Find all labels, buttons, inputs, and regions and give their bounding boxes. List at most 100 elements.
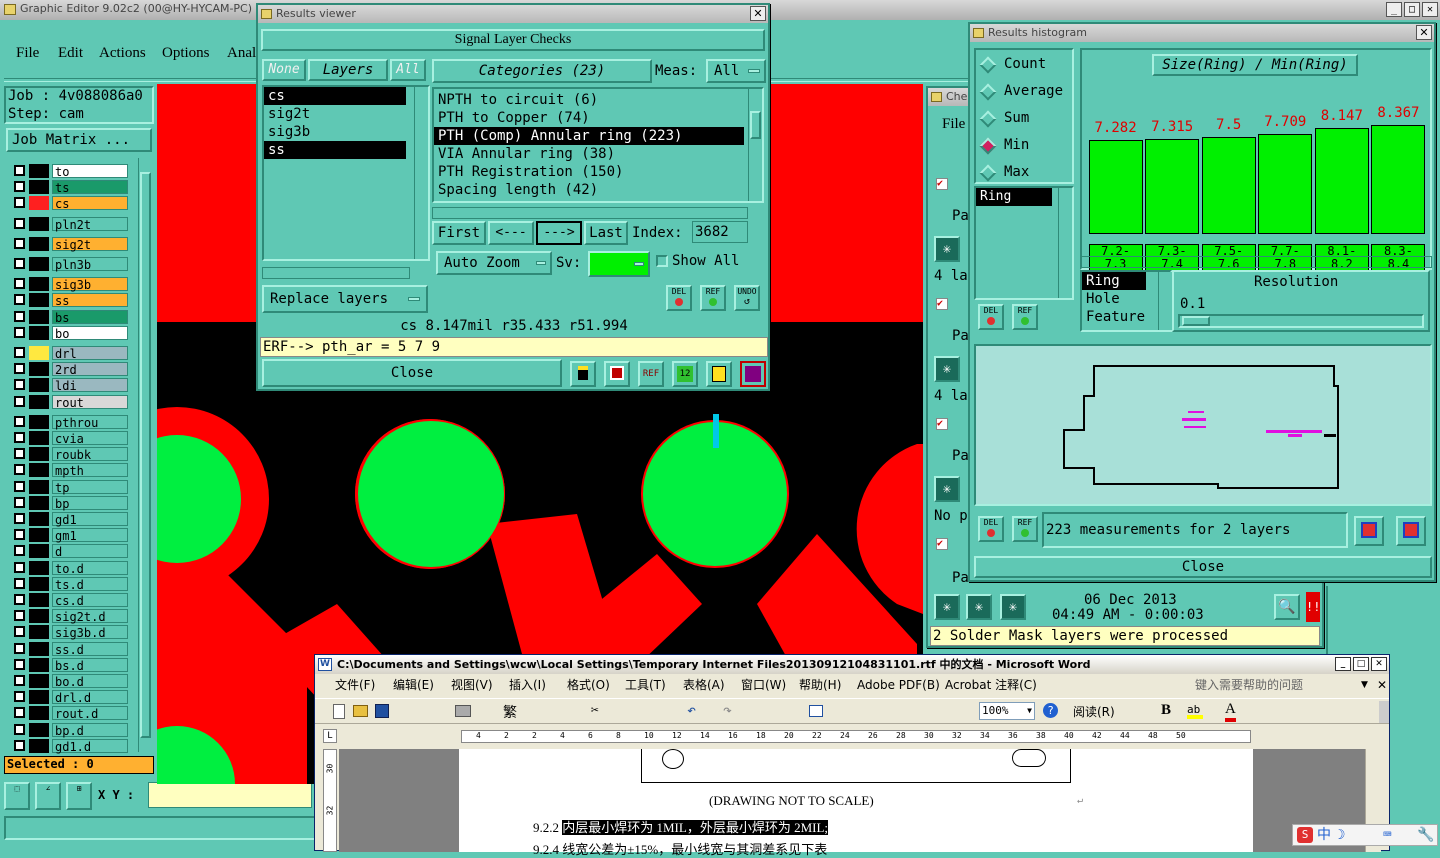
results-viewer-close-x[interactable]: ✕ — [750, 6, 766, 21]
delete-result-button[interactable]: DEL — [666, 285, 692, 311]
layer-checkbox[interactable] — [14, 480, 25, 492]
layer-checkbox[interactable] — [14, 675, 25, 686]
word-menu-view[interactable]: 视图(V) — [451, 674, 493, 696]
layer-selection-list[interactable]: cs sig2t sig3b ss — [262, 85, 430, 261]
reference-result-button[interactable]: REF — [700, 285, 726, 311]
run-action-icon-1[interactable]: ✳ — [934, 236, 960, 262]
layer-row-gm1[interactable]: gm1 — [12, 528, 128, 543]
zoom-fit-icon[interactable]: ⬚ — [4, 782, 30, 810]
layer-name[interactable]: sig3b.d — [52, 625, 128, 640]
layer-checkbox[interactable] — [14, 464, 25, 476]
layer-row-ldi[interactable]: ldi — [12, 378, 128, 393]
word-help-dropdown-icon[interactable]: ▼ — [1361, 674, 1368, 696]
layer-color-swatch[interactable] — [29, 236, 49, 251]
layer-name[interactable]: sig2t — [52, 236, 128, 252]
layer-checkbox[interactable] — [14, 658, 25, 670]
rv-layer-item[interactable]: sig3b — [264, 123, 406, 141]
histogram-bar[interactable] — [1371, 125, 1426, 234]
layer-name[interactable]: ts — [52, 180, 128, 195]
run-action-icon-3[interactable]: ✳ — [934, 476, 960, 502]
main-close-button[interactable]: ✕ — [1422, 2, 1438, 17]
layer-selection-hscroll[interactable] — [262, 267, 410, 279]
layer-selection-scrollbar[interactable] — [414, 87, 428, 259]
layer-color-swatch[interactable] — [29, 447, 49, 462]
layer-checkbox[interactable] — [14, 691, 25, 703]
layer-name[interactable]: ldi — [52, 378, 128, 393]
checklist-file-menu[interactable]: File — [942, 116, 965, 133]
layer-color-swatch[interactable] — [29, 657, 49, 672]
layer-checkbox[interactable] — [14, 723, 25, 735]
feature-list-scrollbar[interactable] — [1158, 272, 1172, 330]
none-button[interactable]: None — [262, 59, 306, 81]
ime-toolbar[interactable]: S 中 ☽ ⌨ 🔧 — [1292, 824, 1438, 846]
layer-name[interactable]: rout — [52, 394, 128, 410]
layer-row-drl-d[interactable]: drl.d — [12, 690, 128, 705]
layer-checkbox[interactable] — [14, 347, 25, 358]
categories-button[interactable]: Categories (23) — [432, 59, 652, 83]
undo-icon[interactable]: ↶ — [687, 701, 696, 719]
layer-name[interactable]: sig3b — [52, 277, 128, 292]
histogram-bar[interactable] — [1145, 139, 1200, 234]
layer-checkbox[interactable] — [14, 415, 25, 427]
layer-list-scrollbar[interactable] — [138, 158, 152, 752]
histogram-close-x[interactable]: ✕ — [1416, 25, 1432, 40]
layer-color-swatch[interactable] — [29, 738, 49, 753]
ring-list-scrollbar[interactable] — [1058, 188, 1072, 298]
layer-row-bo[interactable]: bo — [12, 325, 128, 341]
word-menu-file[interactable]: 文件(F) — [335, 674, 375, 696]
layer-row-pln2t[interactable]: pln2t — [12, 216, 128, 232]
layer-name[interactable]: cs — [52, 196, 128, 211]
document-page[interactable]: (DRAWING NOT TO SCALE) ↵ 9.2.2 内层最小焊环为 1… — [459, 749, 1253, 857]
layer-row-to-d[interactable]: to.d — [12, 560, 128, 576]
layer-color-swatch[interactable] — [29, 512, 49, 526]
word-menu-tools[interactable]: 工具(T) — [625, 674, 666, 696]
word-menu-window[interactable]: 窗口(W) — [741, 674, 786, 696]
word-menu-table[interactable]: 表格(A) — [683, 674, 725, 696]
layer-color-swatch[interactable] — [29, 196, 49, 211]
layer-checkbox[interactable] — [14, 258, 25, 269]
histogram-reference-button[interactable]: REF — [1012, 304, 1038, 330]
layer-checkbox[interactable] — [14, 217, 25, 229]
layer-checkbox[interactable] — [14, 363, 25, 375]
zoom-select[interactable]: 100% ▼ — [979, 702, 1035, 720]
layer-name[interactable]: to — [52, 164, 128, 179]
layer-color-swatch[interactable] — [29, 216, 49, 231]
word-menu-help[interactable]: 帮助(H) — [799, 674, 841, 696]
layer-row-sig2t-d[interactable]: sig2t.d — [12, 609, 128, 624]
main-minimize-button[interactable]: _ — [1386, 2, 1402, 17]
layer-name[interactable]: ss.d — [52, 641, 128, 657]
renumber-icon[interactable]: 12 — [672, 361, 698, 387]
xy-coordinate-field[interactable] — [148, 782, 312, 808]
layer-color-swatch[interactable] — [29, 560, 49, 575]
severity-dropdown[interactable] — [588, 251, 650, 277]
ime-settings-icon[interactable]: 🔧 — [1417, 825, 1434, 845]
help-icon[interactable]: ? — [1043, 703, 1058, 718]
layer-checkbox[interactable] — [14, 310, 25, 322]
layer-name[interactable]: mpth — [52, 463, 128, 478]
layer-row-to[interactable]: to — [12, 164, 128, 179]
layer-color-swatch[interactable] — [29, 722, 49, 737]
category-item[interactable]: Spacing length (42) — [434, 181, 744, 199]
zoom-in-icon[interactable]: 🔍 — [1274, 594, 1300, 620]
layer-name[interactable]: 2rd — [52, 362, 128, 377]
save-icon[interactable] — [375, 704, 389, 718]
traditional-chinese-icon[interactable]: 繁 — [503, 702, 517, 722]
categories-scroll-thumb[interactable] — [750, 111, 761, 139]
rv-layer-item[interactable]: ss — [264, 141, 406, 159]
layer-color-swatch[interactable] — [29, 495, 49, 510]
menu-edit[interactable]: Edit — [58, 45, 83, 62]
flag-icon[interactable] — [604, 361, 630, 387]
replace-layers-dropdown[interactable]: Replace layers — [262, 285, 428, 313]
export-icon[interactable] — [1354, 516, 1384, 546]
histogram-close-button[interactable]: Close — [974, 556, 1432, 578]
layer-checkbox[interactable] — [14, 545, 25, 557]
radio-sum[interactable] — [979, 110, 997, 128]
layer-color-swatch[interactable] — [29, 544, 49, 559]
layer-color-swatch[interactable] — [29, 394, 49, 409]
categories-hscroll[interactable] — [432, 207, 748, 219]
layer-checkbox[interactable] — [14, 642, 25, 654]
check-mark-icon[interactable]: ✔ — [936, 178, 948, 190]
ime-mode[interactable]: 中 — [1317, 825, 1331, 845]
ruler-scale[interactable]: 4 2 2 4 6 8 10 12 14 16 18 20 22 24 26 28 30 32 34 36 38 40 42… — [461, 730, 1251, 743]
resolution-slider[interactable] — [1178, 314, 1424, 328]
